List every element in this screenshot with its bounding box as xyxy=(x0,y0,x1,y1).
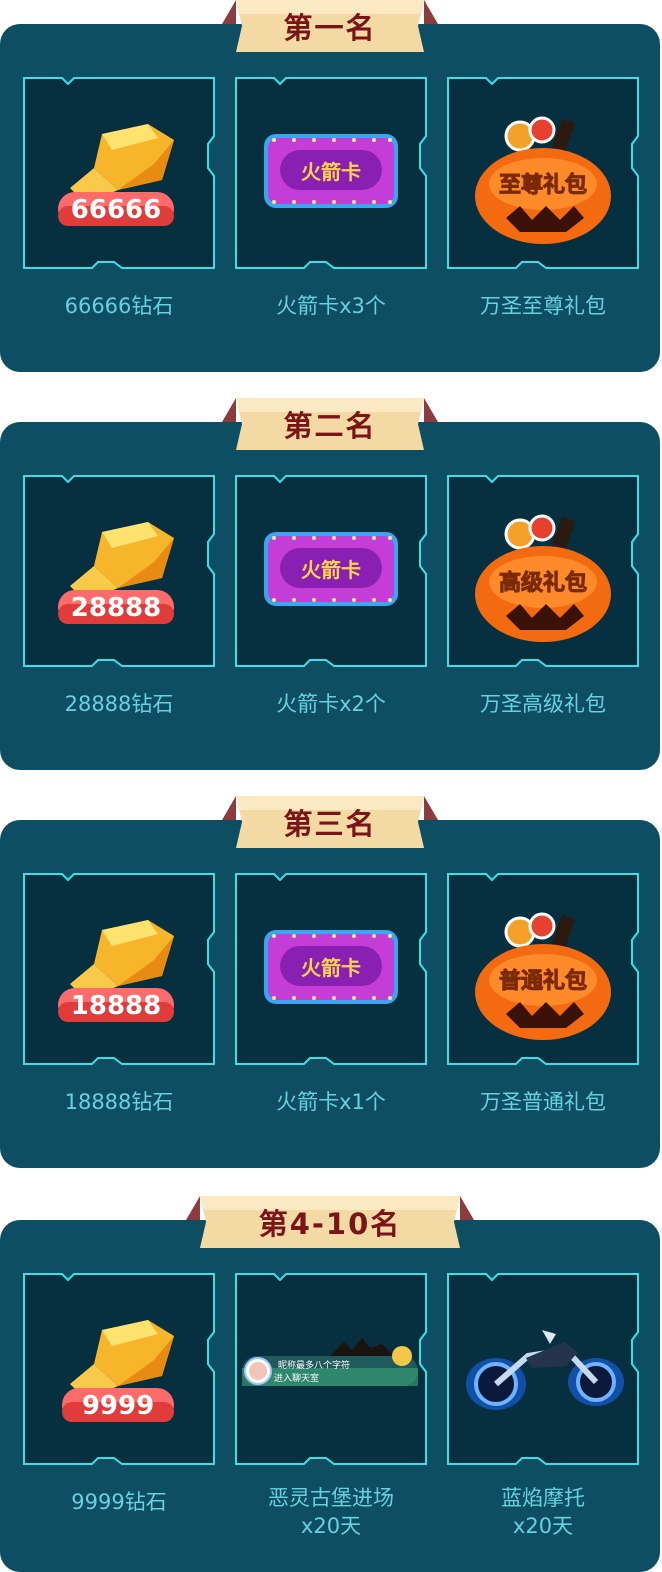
reward-caption-line1: 恶灵古堡进场 xyxy=(268,1486,394,1510)
pumpkin-gift-icon: 普通礼包 xyxy=(446,872,640,1066)
diamond-icon: 18888 xyxy=(22,872,216,1066)
diamond-badge: 18888 xyxy=(71,991,161,1021)
reward-card[interactable]: 28888 xyxy=(22,474,216,668)
tier-banner: 第三名 xyxy=(222,796,438,848)
reward-card[interactable]: 18888 xyxy=(22,872,216,1066)
reward-caption: 万圣高级礼包 xyxy=(480,692,606,716)
rocket-card-icon: 火箭卡 xyxy=(234,474,428,668)
tier-banner: 第二名 xyxy=(222,398,438,450)
reward-caption: 18888钻石 xyxy=(64,1090,174,1114)
rocket-card-badge: 火箭卡 xyxy=(301,558,361,582)
pumpkin-gift-icon: 至尊礼包 xyxy=(446,76,640,270)
pumpkin-badge: 高级礼包 xyxy=(499,570,587,596)
diamond-icon: 66666 xyxy=(22,76,216,270)
tier-4-10: 第4-10名 9999 9999钻石 昵称最多八个字符 进入聊天室 恶灵古堡进场… xyxy=(0,1196,662,1572)
tier-title: 第三名 xyxy=(283,807,377,841)
reward-card[interactable]: 9999 xyxy=(22,1272,216,1466)
reward-caption: 恶灵古堡进场 x20天 xyxy=(234,1484,428,1540)
reward-card[interactable]: 66666 xyxy=(22,76,216,270)
pumpkin-gift-icon: 高级礼包 xyxy=(446,474,640,668)
tier-banner: 第4-10名 xyxy=(186,1196,474,1248)
rewards-page: 第一名 66666 66666钻石 火箭卡 火箭卡x3个 至尊礼包 万圣至尊礼包… xyxy=(0,0,662,1572)
reward-card[interactable]: 火箭卡 xyxy=(234,76,428,270)
tier-title: 第二名 xyxy=(283,409,377,443)
blue-flame-motorcycle-icon xyxy=(446,1272,640,1466)
reward-caption-line2: x20天 xyxy=(300,1514,362,1538)
tier-2: 第二名 28888 28888钻石 火箭卡 火箭卡x2个 高级礼包 万圣高级礼包 xyxy=(0,398,662,770)
tier-title: 第4-10名 xyxy=(258,1207,402,1241)
castle-entrance-icon: 昵称最多八个字符 进入聊天室 xyxy=(234,1272,428,1466)
reward-caption: 火箭卡x2个 xyxy=(276,692,386,716)
reward-caption: 火箭卡x1个 xyxy=(276,1090,386,1114)
reward-card[interactable]: 普通礼包 xyxy=(446,872,640,1066)
reward-caption: 9999钻石 xyxy=(71,1490,167,1514)
diamond-icon: 28888 xyxy=(22,474,216,668)
tier-banner: 第一名 xyxy=(222,0,438,52)
reward-caption-line2: x20天 xyxy=(512,1514,574,1538)
entrance-room-text: 进入聊天室 xyxy=(274,1372,319,1384)
diamond-badge: 28888 xyxy=(71,593,161,623)
reward-caption: 蓝焰摩托 x20天 xyxy=(446,1484,640,1540)
pumpkin-badge: 普通礼包 xyxy=(499,968,587,994)
tier-1: 第一名 66666 66666钻石 火箭卡 火箭卡x3个 至尊礼包 万圣至尊礼包 xyxy=(0,0,662,372)
reward-card[interactable]: 昵称最多八个字符 进入聊天室 xyxy=(234,1272,428,1466)
reward-card[interactable]: 高级礼包 xyxy=(446,474,640,668)
diamond-icon: 9999 xyxy=(22,1272,216,1466)
reward-caption: 28888钻石 xyxy=(64,692,174,716)
diamond-badge: 66666 xyxy=(71,195,161,225)
rocket-card-badge: 火箭卡 xyxy=(301,956,361,980)
tier-title: 第一名 xyxy=(283,11,377,45)
reward-card[interactable] xyxy=(446,1272,640,1466)
rocket-card-badge: 火箭卡 xyxy=(301,160,361,184)
entrance-name-text: 昵称最多八个字符 xyxy=(278,1359,350,1371)
tier-3: 第三名 18888 18888钻石 火箭卡 火箭卡x1个 普通礼包 万圣普通礼包 xyxy=(0,796,662,1168)
rocket-card-icon: 火箭卡 xyxy=(234,872,428,1066)
reward-card[interactable]: 火箭卡 xyxy=(234,474,428,668)
reward-caption-line1: 蓝焰摩托 xyxy=(501,1486,585,1510)
reward-caption: 万圣至尊礼包 xyxy=(480,294,606,318)
reward-caption: 火箭卡x3个 xyxy=(276,294,386,318)
pumpkin-badge: 至尊礼包 xyxy=(499,172,587,198)
diamond-badge: 9999 xyxy=(82,1391,154,1421)
reward-card[interactable]: 火箭卡 xyxy=(234,872,428,1066)
rocket-card-icon: 火箭卡 xyxy=(234,76,428,270)
reward-caption: 万圣普通礼包 xyxy=(480,1090,606,1114)
reward-caption: 66666钻石 xyxy=(64,294,174,318)
reward-card[interactable]: 至尊礼包 xyxy=(446,76,640,270)
